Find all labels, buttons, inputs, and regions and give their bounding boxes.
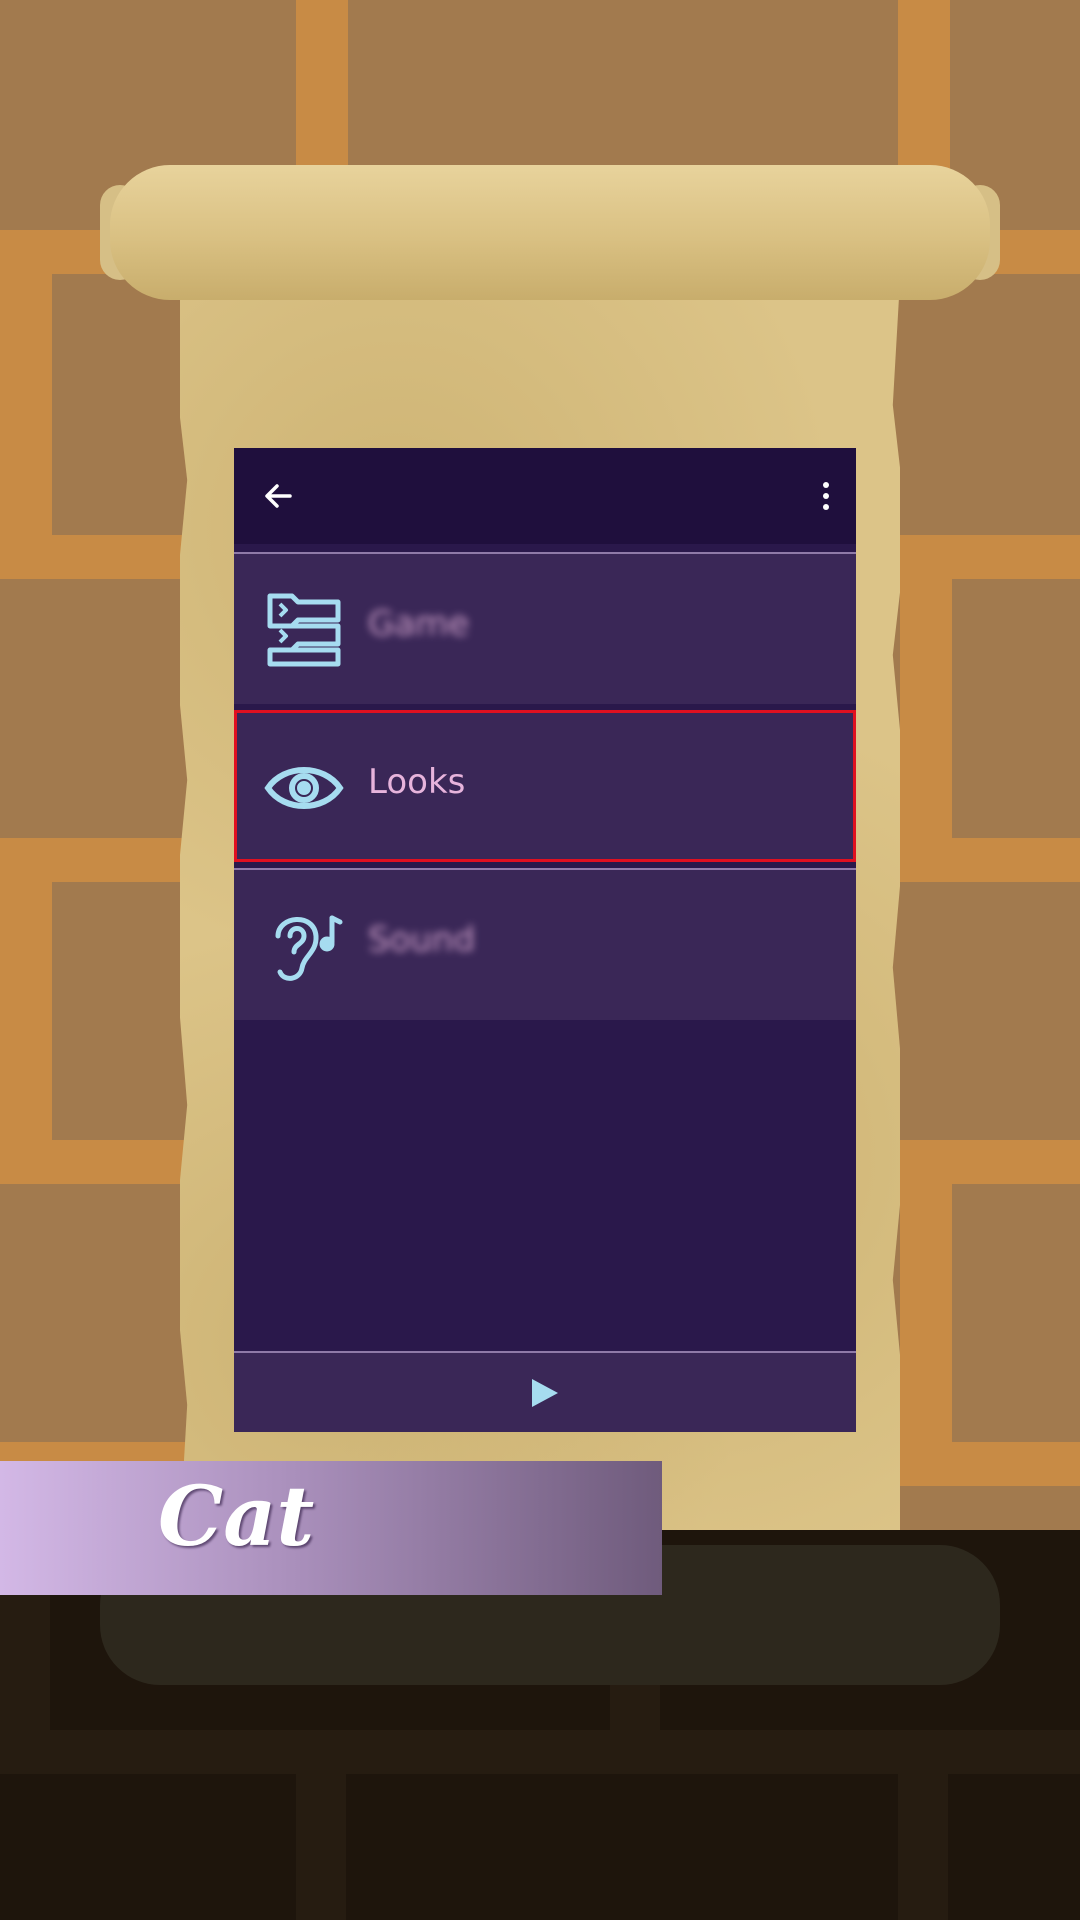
sprite-name-banner: Cat (0, 1461, 662, 1595)
wall-mortar (0, 838, 52, 1140)
arrow-back-icon[interactable] (260, 478, 296, 514)
floor-mortar (0, 1730, 1080, 1774)
wall-mortar (900, 1140, 952, 1442)
app-bar (234, 448, 856, 544)
category-looks[interactable]: Looks (234, 710, 856, 862)
app-screen: Game Looks Sound (234, 448, 856, 1432)
category-game[interactable]: Game (234, 552, 856, 704)
scroll-roll (110, 165, 990, 300)
play-icon[interactable] (530, 1377, 560, 1409)
sprite-name: Cat (158, 1469, 315, 1565)
script-blocks-icon (264, 590, 344, 670)
category-label: Looks (368, 762, 466, 802)
floor-mortar (898, 1774, 948, 1920)
eye-icon (264, 748, 344, 828)
category-label: Game (368, 604, 470, 644)
category-sound[interactable]: Sound (234, 868, 856, 1020)
bottom-bar (234, 1351, 856, 1432)
wall-mortar (0, 230, 52, 535)
ear-music-icon (264, 906, 344, 986)
category-label: Sound (368, 920, 476, 960)
wall-mortar (900, 535, 952, 838)
floor-mortar (296, 1774, 346, 1920)
more-vertical-icon[interactable] (816, 478, 836, 514)
